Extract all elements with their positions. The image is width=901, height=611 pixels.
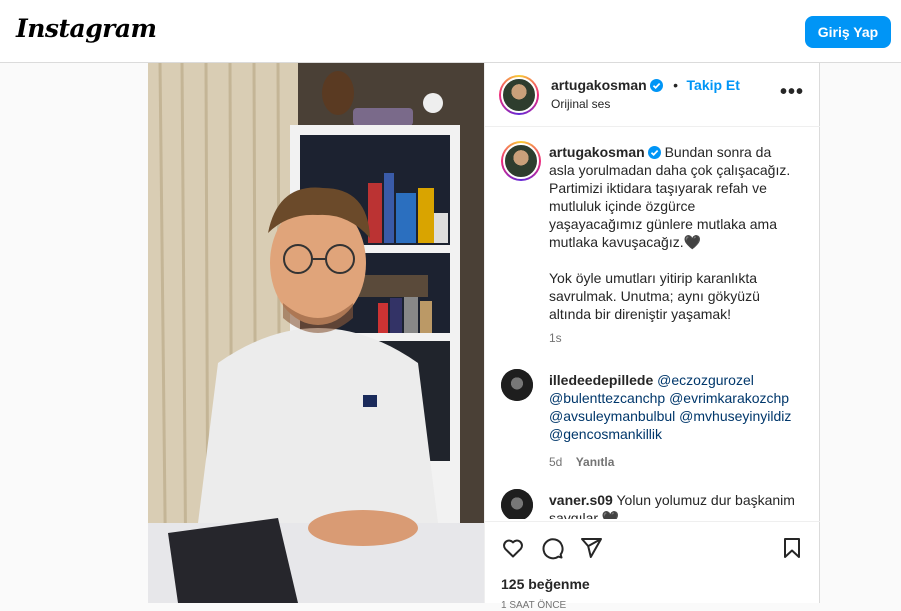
post-video[interactable]	[148, 63, 484, 603]
header-title-row: artugakosman • Takip Et	[551, 77, 740, 95]
login-button[interactable]: Giriş Yap	[805, 16, 891, 48]
caption-username[interactable]: artugakosman	[549, 144, 645, 160]
bookmark-icon[interactable]	[780, 536, 804, 560]
verified-badge-icon	[647, 146, 661, 159]
commenter-avatar[interactable]	[501, 489, 533, 519]
caption-line: Partimizi iktidara taşıyarak refah ve	[549, 180, 767, 196]
reply-button[interactable]: Yanıtla	[576, 455, 615, 469]
author-avatar[interactable]	[499, 75, 539, 115]
commenter-avatar-image	[501, 489, 533, 519]
caption-time[interactable]: 1s	[549, 331, 562, 345]
post-container: artugakosman • Takip Et Orijinal ses •••…	[148, 63, 820, 611]
comment-line: saygılar 🖤	[549, 510, 620, 519]
video-frame	[148, 63, 484, 603]
caption-text: artugakosman Bundan sonra da asla yorulm…	[549, 143, 790, 323]
page-background: artugakosman • Takip Et Orijinal ses •••…	[0, 63, 901, 611]
follow-button[interactable]: Takip Et	[687, 77, 740, 93]
caption-line: mutlaka kavuşacağız.🖤	[549, 234, 702, 250]
author-username[interactable]: artugakosman	[551, 77, 647, 93]
instagram-logo[interactable]: Instagram	[16, 14, 157, 43]
commenter-avatar-image	[501, 369, 533, 401]
post-header: artugakosman • Takip Et Orijinal ses •••	[485, 63, 820, 127]
comment-text: illedeedepillede @eczozgurozel @bulentte…	[549, 371, 791, 443]
share-icon[interactable]	[579, 536, 603, 560]
mention-link[interactable]: @bulenttezcanchp @evrimkarakozchp	[549, 389, 791, 407]
caption-line: Yok öyle umutları yitirip karanlıkta	[549, 270, 758, 286]
header-separator: •	[673, 77, 679, 93]
author-avatar-image	[501, 77, 537, 113]
audio-label[interactable]: Orijinal ses	[551, 97, 610, 111]
comment-icon[interactable]	[540, 536, 564, 560]
post-actions: 125 beğenme 1 saat önce	[485, 521, 820, 611]
mention-link[interactable]: @gencosmankillik	[549, 425, 791, 443]
more-options-icon[interactable]: •••	[780, 81, 804, 104]
commenter-avatar[interactable]	[501, 369, 533, 401]
caption-line: Bundan sonra da	[664, 144, 772, 160]
caption-avatar-image	[503, 143, 539, 179]
post-time[interactable]: 1 saat önce	[501, 600, 566, 611]
commenter-username[interactable]: vaner.s09	[549, 492, 613, 508]
comment-item: illedeedepillede @eczozgurozel @bulentte…	[501, 369, 806, 479]
comment-meta: 5d Yanıtla	[549, 455, 614, 469]
likes-count[interactable]: 125 beğenme	[501, 576, 590, 592]
commenter-username[interactable]: illedeedepillede	[549, 372, 653, 388]
comment-line: Yolun yolumuz dur başkanim	[616, 492, 795, 508]
comment-text: vaner.s09 Yolun yolumuz dur başkanim say…	[549, 491, 795, 519]
comment-time[interactable]: 5d	[549, 455, 562, 469]
caption-line: mutluluk içinde özgürce	[549, 198, 696, 214]
comments-list: artugakosman Bundan sonra da asla yorulm…	[485, 127, 820, 519]
top-bar: Instagram Giriş Yap	[0, 0, 901, 63]
post-side-panel: artugakosman • Takip Et Orijinal ses •••…	[484, 63, 820, 611]
caption-avatar[interactable]	[501, 141, 541, 181]
caption-line: yaşayacağımız günlere mutlaka ama	[549, 216, 777, 232]
comment-item: vaner.s09 Yolun yolumuz dur başkanim say…	[501, 489, 806, 519]
mention-link[interactable]: @avsuleymanbulbul @mvhuseyinyildiz	[549, 407, 791, 425]
caption-line: asla yorulmadan daha çok çalışacağız.	[549, 162, 791, 178]
mention-link[interactable]: @eczozgurozel	[657, 372, 754, 388]
caption-line: savrulmak. Unutma; aynı gökyüzü	[549, 288, 760, 304]
heart-icon[interactable]	[501, 536, 525, 560]
caption: artugakosman Bundan sonra da asla yorulm…	[501, 141, 806, 351]
verified-badge-icon	[649, 79, 663, 92]
caption-line: altında bir direniştir yaşamak!	[549, 306, 732, 322]
